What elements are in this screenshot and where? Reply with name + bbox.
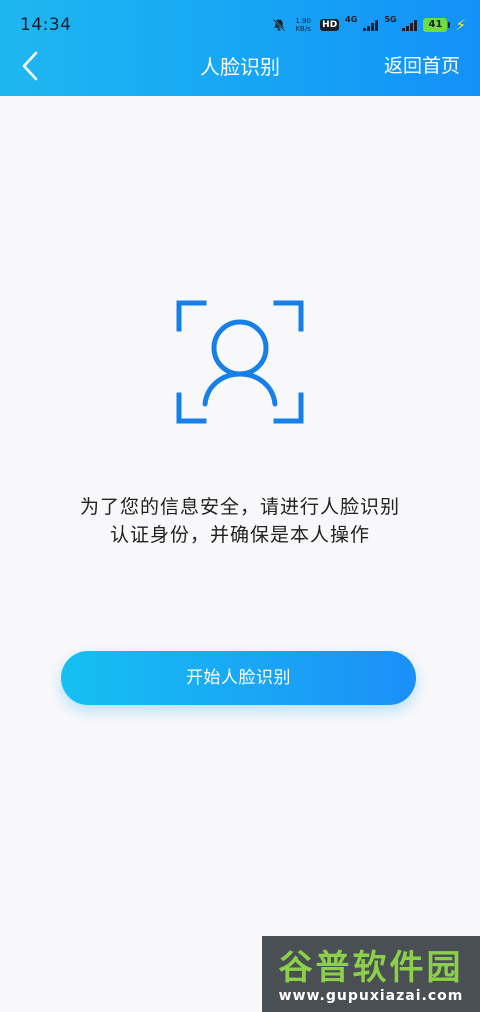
- message-line-1: 为了您的信息安全，请进行人脸识别: [79, 496, 400, 518]
- hd-badge: HD: [320, 19, 340, 31]
- nav-bar: 人脸识别 返回首页: [0, 44, 480, 96]
- status-bar: 14:34 1.90 KB/s HD 4G 5G 41 ⚡: [0, 0, 480, 44]
- security-message: 为了您的信息安全，请进行人脸识别 认证身份，并确保是本人操作: [0, 493, 480, 549]
- mute-bell-icon: [272, 18, 286, 32]
- face-scan-icon: [176, 300, 304, 424]
- message-line-2: 认证身份，并确保是本人操作: [109, 524, 370, 546]
- signal-5g-icon: [402, 19, 418, 31]
- chevron-left-icon: [22, 51, 38, 81]
- status-icons: 1.90 KB/s HD 4G 5G 41 ⚡: [272, 14, 466, 36]
- app-header: 14:34 1.90 KB/s HD 4G 5G 41 ⚡ 人脸识别 返回首页: [0, 0, 480, 96]
- net-4g-label: 4G: [345, 14, 358, 24]
- back-button[interactable]: [10, 46, 50, 86]
- watermark: 谷普软件园 www.gupuxiazai.com: [262, 936, 480, 1012]
- status-time: 14:34: [20, 15, 72, 35]
- net-speed: 1.90 KB/s: [295, 17, 311, 33]
- signal-4g-icon: [363, 19, 379, 31]
- battery-icon: 41: [423, 18, 451, 32]
- charging-bolt-icon: ⚡: [455, 16, 466, 34]
- net-5g-label: 5G: [384, 14, 397, 24]
- watermark-url: www.gupuxiazai.com: [278, 988, 464, 1004]
- home-link[interactable]: 返回首页: [384, 51, 460, 78]
- start-face-recognition-button[interactable]: 开始人脸识别: [61, 651, 416, 705]
- watermark-logo: 谷普软件园: [278, 948, 464, 988]
